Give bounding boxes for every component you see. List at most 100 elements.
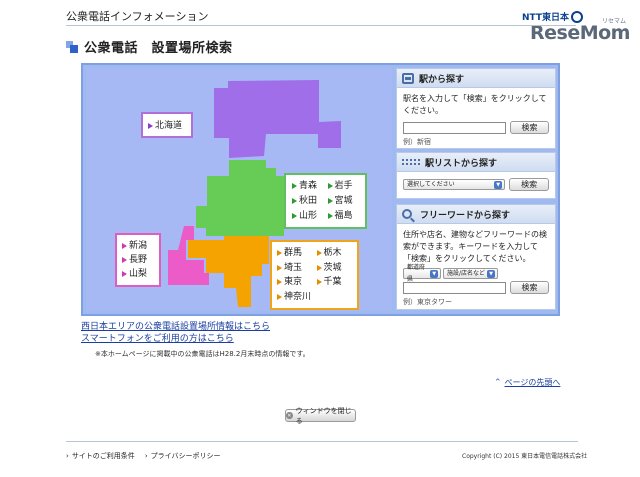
station-list-select[interactable]: 選択してください ▼ [403, 179, 506, 190]
freeword-search-button[interactable]: 検索 [510, 281, 549, 294]
pref-link-tokyo[interactable]: 東京 [277, 275, 313, 290]
select-arrow-icon: ▼ [494, 180, 503, 189]
double-chevron-up-icon: ⌃ [494, 377, 502, 388]
arrow-icon [148, 123, 153, 129]
list-icon [402, 159, 420, 165]
pref-label: 青森 [299, 181, 318, 192]
arrow-icon [292, 212, 297, 219]
arrow-icon [327, 183, 333, 190]
page-top-link[interactable]: ⌃ ページの先頭へ [494, 377, 560, 388]
page: 公衆電話インフォメーション NTT東日本 リセマム ReseMom 公衆電話 設… [0, 0, 640, 477]
pref-label: 茨城 [323, 262, 342, 273]
pref-link-tochigi[interactable]: 栃木 [316, 246, 353, 261]
label-hokkaido[interactable]: 北海道 [141, 112, 193, 138]
pref-label: 福島 [334, 210, 353, 221]
arrow-icon [327, 212, 333, 219]
arrow-icon [316, 279, 322, 286]
station-search-example: 例）新宿 [403, 138, 431, 146]
pref-link-saitama[interactable]: 埼玉 [277, 261, 313, 276]
watermark-jp: リセマム [601, 18, 626, 25]
pref-link-fukushima[interactable]: 福島 [327, 208, 360, 223]
terms-link[interactable]: › サイトのご利用条件 [66, 451, 135, 461]
freeword-search-title: フリーワードから探す [420, 210, 511, 221]
resemom-watermark: リセマム ReseMom [530, 18, 630, 44]
pref-label: 秋田 [299, 195, 318, 206]
pref-link-gunma[interactable]: 群馬 [277, 246, 313, 261]
station-search-row: 検索 [403, 121, 549, 134]
freeword-input-row: 検索 [403, 281, 549, 294]
station-list-select-value: 選択してください [407, 180, 455, 188]
station-search-body: 駅名を入力して「検索」をクリックしてください。 検索 例）新宿 [397, 88, 555, 153]
station-search-button[interactable]: 検索 [510, 121, 549, 134]
pref-label: 新潟 [129, 241, 148, 251]
prefecture-select[interactable]: 都道府県 ▼ [403, 264, 441, 283]
freeword-search-panel: フリーワードから探す 住所や店名、建物などフリーワードの検索ができます。キーワー… [396, 204, 556, 310]
pref-link-ibaraki[interactable]: 茨城 [316, 261, 353, 276]
arrow-icon [277, 293, 282, 300]
station-list-panel: 駅リストから探す 選択してください ▼ 検索 [396, 152, 556, 199]
arrow-icon [327, 197, 333, 204]
region-hokkaido[interactable] [214, 80, 341, 158]
pref-label: 群馬 [284, 248, 303, 259]
pref-link-miyagi[interactable]: 宮城 [327, 194, 360, 209]
heading-square-icon [66, 40, 78, 53]
search-icon [402, 209, 412, 219]
header-divider [66, 25, 576, 26]
station-list-header: 駅リストから探す [397, 153, 555, 172]
station-list-search-button[interactable]: 検索 [509, 178, 549, 191]
station-list-body: 選択してください ▼ 検索 [397, 172, 555, 196]
arrow-icon [277, 279, 282, 286]
station-list-row: 選択してください ▼ 検索 [403, 178, 549, 191]
pref-link-yamanashi[interactable]: 山梨 [122, 267, 154, 281]
footer-links: › サイトのご利用条件 › プライバシーポリシー [66, 451, 221, 461]
page-heading: 公衆電話 設置場所検索 [66, 37, 233, 56]
pref-label: 千葉 [323, 277, 342, 288]
category-select[interactable]: 施設/店名など ▼ [443, 268, 498, 279]
page-title: 公衆電話 設置場所検索 [84, 41, 233, 56]
station-search-header: 駅から探す [397, 69, 555, 88]
label-shinetsu: 新潟 長野 山梨 [115, 233, 161, 287]
pref-label: 山梨 [129, 269, 148, 279]
close-window-button[interactable]: ✕ ウィンドウを閉じる [285, 407, 356, 425]
pref-link-chiba[interactable]: 千葉 [316, 275, 353, 290]
station-search-description: 駅名を入力して「検索」をクリックしてください。 [403, 94, 547, 115]
pref-link-yamagata[interactable]: 山形 [292, 208, 324, 223]
pref-link-kanagawa[interactable]: 神奈川 [277, 290, 313, 305]
notice-text: ※本ホームページに掲載中の公衆電話はH28.2月末時点の情報です。 [95, 350, 310, 358]
freeword-input[interactable] [403, 281, 506, 294]
smartphone-link[interactable]: スマートフォンをご利用の方はこちら [81, 331, 234, 344]
arrow-icon [292, 183, 297, 190]
pref-label: 岩手 [334, 181, 353, 192]
chevron-right-icon: › [144, 452, 148, 460]
pref-link-aomori[interactable]: 青森 [292, 179, 324, 194]
privacy-link[interactable]: › プライバシーポリシー [145, 451, 221, 461]
freeword-search-header: フリーワードから探す [397, 205, 555, 224]
station-list-title: 駅リストから探す [425, 158, 498, 169]
pref-link-hokkaido[interactable]: 北海道 [148, 119, 186, 133]
pref-link-niigata[interactable]: 新潟 [122, 239, 154, 253]
japan-map: 北海道 青森 岩手 秋田 宮城 山形 福島 群馬 栃木 埼玉 茨城 東京 千葉 … [86, 68, 392, 311]
category-select-value: 施設/店名など [447, 269, 486, 277]
pref-label: 埼玉 [284, 262, 303, 273]
region-tohoku[interactable] [196, 160, 284, 236]
select-arrow-icon: ▼ [487, 269, 495, 278]
pref-link-nagano[interactable]: 長野 [122, 253, 154, 267]
freeword-search-example: 例）東京タワー [403, 298, 452, 306]
label-tohoku: 青森 岩手 秋田 宮城 山形 福島 [284, 173, 367, 229]
freeword-search-description: 住所や店名、建物などフリーワードの検索ができます。キーワードを入力して「検索」を… [403, 230, 547, 263]
station-name-input[interactable] [403, 121, 506, 134]
arrow-icon [316, 264, 322, 271]
pref-label: 長野 [129, 255, 148, 265]
pref-link-iwate[interactable]: 岩手 [327, 179, 360, 194]
arrow-icon [277, 250, 282, 257]
station-search-title: 駅から探す [419, 74, 465, 85]
privacy-label: プライバシーポリシー [150, 452, 221, 460]
close-icon: ✕ [286, 412, 293, 419]
select-arrow-icon: ▼ [430, 269, 438, 278]
site-title: 公衆電話インフォメーション [66, 10, 209, 23]
pref-link-akita[interactable]: 秋田 [292, 194, 324, 209]
terms-label: サイトのご利用条件 [71, 452, 135, 460]
arrow-icon [277, 264, 282, 271]
copyright: Copyright (C) 2015 東日本電信電話株式会社 [462, 453, 588, 460]
search-frame: 北海道 青森 岩手 秋田 宮城 山形 福島 群馬 栃木 埼玉 茨城 東京 千葉 … [81, 63, 560, 316]
